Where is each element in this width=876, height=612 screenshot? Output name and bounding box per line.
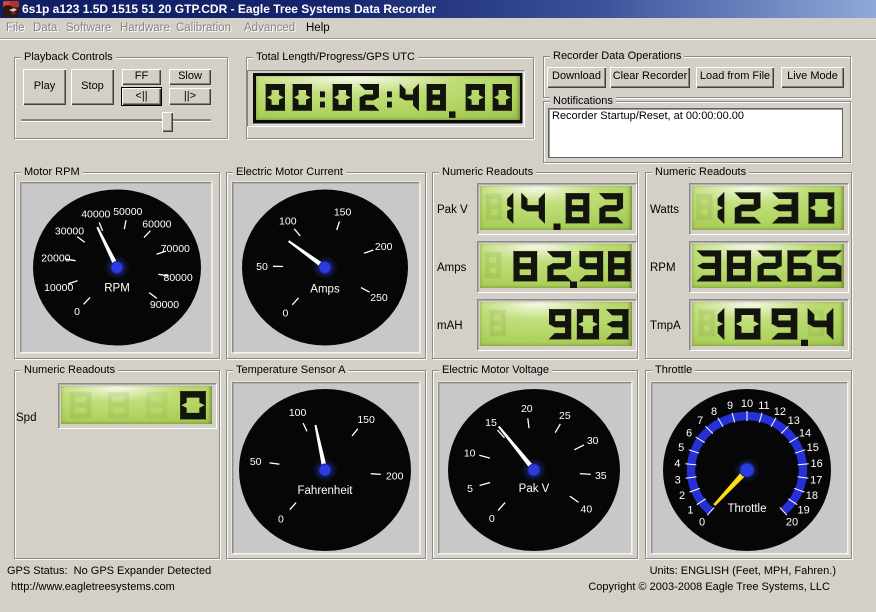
svg-text:Amps: Amps [310, 284, 340, 296]
svg-text:40000: 40000 [81, 209, 110, 221]
svg-text:3: 3 [675, 474, 681, 486]
svg-text:60000: 60000 [142, 219, 171, 231]
svg-text:7: 7 [697, 415, 703, 427]
svg-text:RPM: RPM [104, 283, 130, 295]
svg-text:9: 9 [727, 400, 733, 412]
svg-text:150: 150 [357, 414, 375, 426]
svg-text:Fahrenheit: Fahrenheit [298, 485, 354, 497]
svg-text:100: 100 [279, 216, 297, 228]
svg-text:10: 10 [741, 398, 753, 410]
svg-text:2: 2 [679, 490, 685, 502]
svg-text:50: 50 [250, 456, 262, 468]
svg-text:1: 1 [687, 504, 693, 516]
svg-text:13: 13 [788, 415, 800, 427]
svg-text:20000: 20000 [41, 252, 70, 264]
svg-text:11: 11 [758, 400, 769, 412]
svg-text:70000: 70000 [161, 243, 190, 255]
svg-text:35: 35 [595, 470, 607, 482]
svg-text:4: 4 [674, 458, 680, 470]
svg-text:15: 15 [485, 417, 497, 429]
svg-text:0: 0 [278, 514, 284, 526]
svg-text:20: 20 [786, 516, 798, 528]
svg-text:17: 17 [810, 474, 822, 486]
svg-text:10000: 10000 [44, 282, 73, 294]
svg-text:0: 0 [74, 306, 80, 318]
svg-text:5: 5 [678, 442, 684, 454]
svg-text:6: 6 [686, 428, 692, 440]
svg-text:200: 200 [386, 470, 404, 482]
svg-text:100: 100 [289, 407, 307, 419]
svg-text:0: 0 [282, 307, 288, 319]
svg-text:30000: 30000 [55, 226, 84, 238]
svg-text:90000: 90000 [150, 299, 179, 311]
svg-text:200: 200 [375, 241, 393, 253]
svg-text:50000: 50000 [113, 206, 142, 218]
svg-text:250: 250 [370, 292, 388, 304]
svg-text:80000: 80000 [163, 272, 192, 284]
svg-text:12: 12 [774, 406, 786, 418]
svg-text:40: 40 [581, 504, 593, 516]
svg-text:20: 20 [521, 403, 533, 415]
svg-text:50: 50 [256, 261, 268, 273]
svg-text:0: 0 [489, 513, 495, 525]
svg-text:25: 25 [559, 410, 571, 422]
svg-text:0: 0 [699, 516, 705, 528]
svg-text:150: 150 [334, 207, 352, 219]
svg-text:15: 15 [807, 442, 819, 454]
svg-text:Pak V: Pak V [519, 483, 550, 495]
svg-text:8: 8 [711, 406, 717, 418]
svg-text:16: 16 [810, 458, 822, 470]
svg-text:5: 5 [467, 483, 473, 495]
svg-text:14: 14 [799, 428, 811, 440]
svg-text:19: 19 [797, 504, 809, 516]
svg-text:30: 30 [587, 435, 599, 447]
svg-text:10: 10 [464, 447, 476, 459]
svg-text:Throttle: Throttle [728, 503, 767, 515]
svg-text:18: 18 [806, 490, 818, 502]
